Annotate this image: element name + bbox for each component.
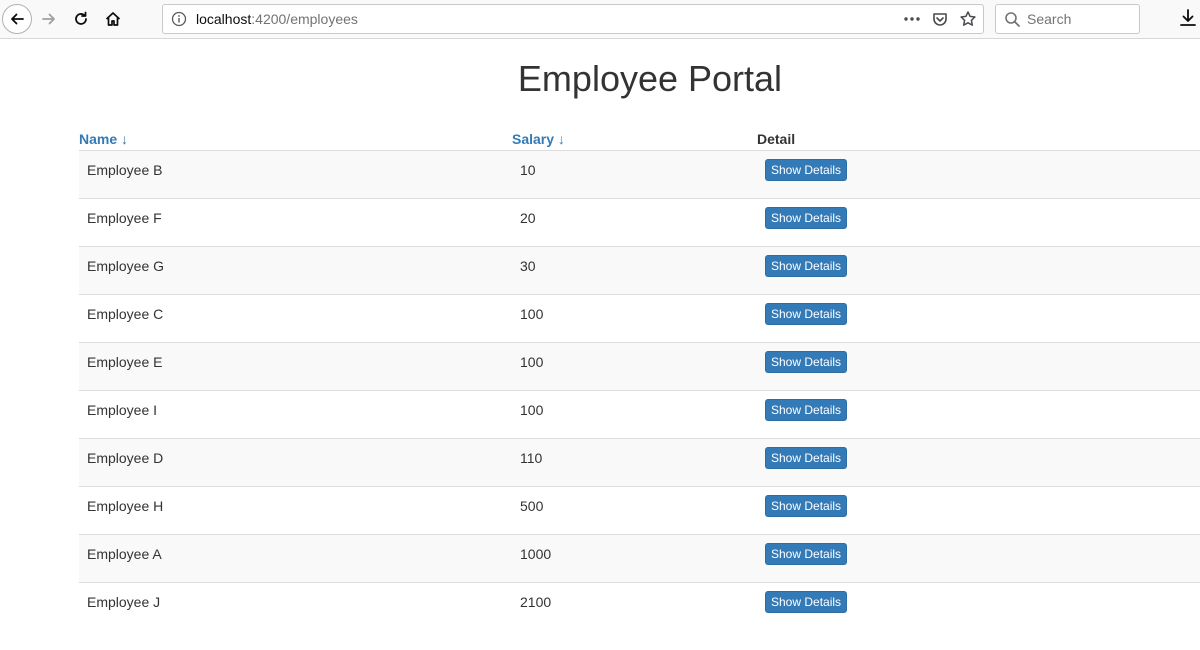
table-row: Employee J 2100 Show Details: [79, 582, 1200, 631]
table-row: Employee C 100 Show Details: [79, 294, 1200, 343]
home-icon: [105, 12, 121, 26]
salary-column-header: Salary ↓: [512, 126, 757, 151]
download-icon: [1180, 9, 1196, 26]
show-details-button[interactable]: Show Details: [765, 447, 848, 469]
search-placeholder: Search: [1027, 11, 1072, 27]
url-bar[interactable]: localhost:4200/employees: [162, 4, 984, 34]
employee-name: Employee C: [79, 294, 512, 343]
url-host: localhost: [196, 11, 252, 27]
employee-name: Employee I: [79, 390, 512, 439]
table-row: Employee I 100 Show Details: [79, 390, 1200, 439]
show-details-button[interactable]: Show Details: [765, 399, 848, 421]
show-details-button[interactable]: Show Details: [765, 591, 848, 613]
employee-table: Name ↓ Salary ↓ Detail Employee B 10 Sho…: [79, 126, 1200, 631]
table-row: Employee D 110 Show Details: [79, 438, 1200, 487]
show-details-button[interactable]: Show Details: [765, 255, 848, 277]
reload-icon: [75, 11, 87, 25]
show-details-button[interactable]: Show Details: [765, 207, 848, 229]
more-actions-icon[interactable]: [901, 9, 923, 29]
employee-name: Employee B: [87, 162, 163, 178]
employee-salary: 100: [512, 294, 757, 343]
info-icon[interactable]: [171, 11, 187, 32]
detail-cell: Show Details: [757, 246, 1200, 295]
url-text[interactable]: localhost:4200/employees: [196, 11, 358, 27]
employee-table-container: Name ↓ Salary ↓ Detail Employee B 10 Sho…: [79, 126, 1200, 631]
employee-name: Employee A: [79, 534, 512, 583]
home-button[interactable]: [99, 5, 127, 33]
detail-cell: Show Details: [757, 342, 1200, 391]
show-details-button[interactable]: Show Details: [765, 351, 848, 373]
page-title: Employee Portal: [517, 58, 783, 99]
detail-cell: Show Details: [757, 151, 1200, 199]
arrow-left-icon: [11, 13, 24, 25]
download-button[interactable]: [1178, 8, 1200, 30]
browser-toolbar: localhost:4200/employees Search: [0, 0, 1200, 39]
table-row: Employee A 1000 Show Details: [79, 534, 1200, 583]
employee-name: Employee F: [79, 198, 512, 247]
table-row: Employee F 20 Show Details: [79, 198, 1200, 247]
show-details-button[interactable]: Show Details: [765, 495, 848, 517]
employee-name: Employee J: [79, 582, 512, 631]
detail-column-header: Detail: [757, 126, 1200, 151]
table-row: Employee B 10 Show Details: [79, 150, 1200, 199]
arrow-right-icon: [42, 13, 55, 25]
show-details-button[interactable]: Show Details: [765, 543, 848, 565]
detail-cell: Show Details: [757, 390, 1200, 439]
employee-salary: 1000: [512, 534, 757, 583]
bookmark-star-icon[interactable]: [957, 9, 979, 29]
reload-button[interactable]: [67, 5, 95, 33]
sort-by-name-link[interactable]: Name ↓: [79, 131, 128, 147]
table-row: Employee E 100 Show Details: [79, 342, 1200, 391]
employee-salary: 30: [512, 246, 757, 295]
forward-button[interactable]: [35, 5, 63, 33]
table-row: Employee H 500 Show Details: [79, 486, 1200, 535]
detail-cell: Show Details: [757, 486, 1200, 535]
detail-cell: Show Details: [757, 294, 1200, 343]
employee-salary: 20: [512, 198, 757, 247]
pocket-icon[interactable]: [929, 9, 951, 29]
employee-name: Employee E: [79, 342, 512, 391]
table-row: Employee G 30 Show Details: [79, 246, 1200, 295]
employee-name: Employee D: [79, 438, 512, 487]
employee-salary: 100: [512, 342, 757, 391]
show-details-button[interactable]: Show Details: [765, 303, 848, 325]
employee-name: Employee G: [79, 246, 512, 295]
back-button[interactable]: [2, 4, 32, 34]
detail-cell: Show Details: [757, 582, 1200, 631]
sort-by-salary-link[interactable]: Salary ↓: [512, 131, 565, 147]
name-column-header: Name ↓: [79, 126, 512, 151]
detail-cell: Show Details: [757, 534, 1200, 583]
employee-salary: 2100: [512, 582, 757, 631]
url-path: :4200/employees: [251, 11, 358, 27]
detail-cell: Show Details: [757, 198, 1200, 247]
show-details-button[interactable]: Show Details: [765, 159, 848, 181]
employee-salary: 110: [512, 438, 757, 487]
employee-salary: 100: [512, 390, 757, 439]
search-icon: [1004, 11, 1021, 33]
table-header-row: Name ↓ Salary ↓ Detail: [79, 126, 1200, 151]
employee-salary: 500: [512, 486, 757, 535]
search-input[interactable]: Search: [995, 4, 1140, 34]
employee-name: Employee H: [79, 486, 512, 535]
employee-salary: 10: [520, 162, 536, 178]
detail-cell: Show Details: [757, 438, 1200, 487]
